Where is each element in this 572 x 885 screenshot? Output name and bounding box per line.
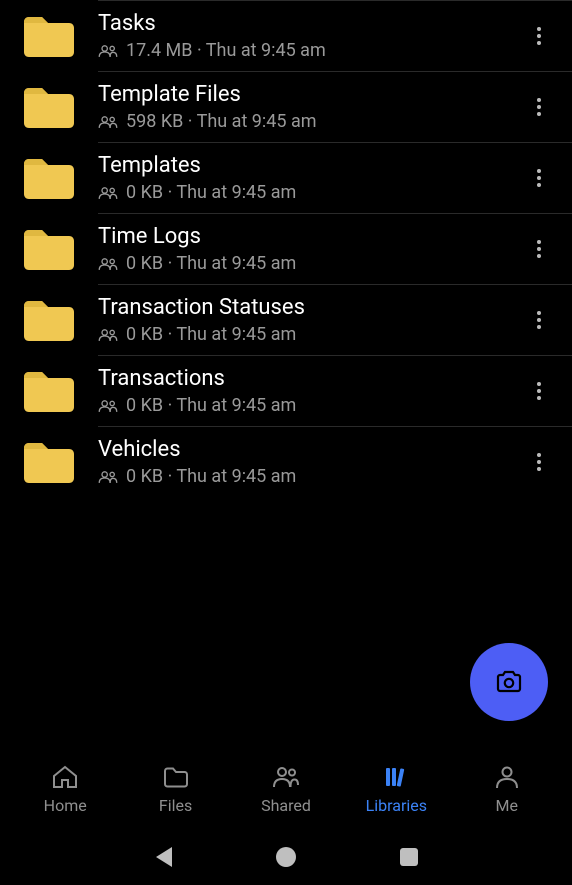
folder-icon [22,14,76,58]
home-icon [51,764,79,790]
person-icon [493,764,521,790]
tab-label: Me [496,796,518,815]
folder-name: Template Files [98,82,524,107]
folder-row[interactable]: Template Files 598 KB · Thu at 9:45 am [0,72,572,142]
folder-row[interactable]: Time Logs 0 KB · Thu at 9:45 am [0,214,572,284]
more-vertical-icon [537,169,541,187]
folder-icon [22,85,76,129]
shared-icon [98,256,118,272]
folder-icon [22,298,76,342]
more-options-button[interactable] [524,300,554,340]
bottom-tab-bar: Home Files Shared Libraries Me [0,749,572,829]
shared-icon [98,327,118,343]
triangle-back-icon [152,845,174,869]
folder-subline: 598 KB · Thu at 9:45 am [98,111,524,132]
folder-meta: Templates 0 KB · Thu at 9:45 am [98,153,524,203]
tab-shared[interactable]: Shared [236,764,336,815]
folder-meta: Transaction Statuses 0 KB · Thu at 9:45 … [98,295,524,345]
square-recents-icon [398,846,420,868]
tab-label: Home [44,796,87,815]
more-vertical-icon [537,98,541,116]
folder-icon [22,227,76,271]
system-home-button[interactable] [266,837,306,877]
folder-subline: 0 KB · Thu at 9:45 am [98,466,524,487]
system-back-button[interactable] [143,837,183,877]
folder-outline-icon [162,764,190,790]
folder-icon [22,369,76,413]
tab-label: Files [159,796,192,815]
tab-home[interactable]: Home [15,764,115,815]
shared-icon [98,114,118,130]
shared-icon [98,398,118,414]
folder-name: Templates [98,153,524,178]
more-vertical-icon [537,240,541,258]
folder-icon [22,440,76,484]
folder-meta: Vehicles 0 KB · Thu at 9:45 am [98,437,524,487]
more-vertical-icon [537,453,541,471]
more-options-button[interactable] [524,371,554,411]
folder-row[interactable]: Templates 0 KB · Thu at 9:45 am [0,143,572,213]
tab-me[interactable]: Me [457,764,557,815]
folder-row[interactable]: Vehicles 0 KB · Thu at 9:45 am [0,427,572,497]
folder-row[interactable]: Tasks 17.4 MB · Thu at 9:45 am [0,1,572,71]
folder-subline: 0 KB · Thu at 9:45 am [98,395,524,416]
folder-subline: 0 KB · Thu at 9:45 am [98,324,524,345]
folder-name: Time Logs [98,224,524,249]
folder-subline: 0 KB · Thu at 9:45 am [98,182,524,203]
people-icon [272,764,300,790]
more-vertical-icon [537,311,541,329]
more-options-button[interactable] [524,16,554,56]
folder-name: Tasks [98,11,524,36]
folder-meta: Template Files 598 KB · Thu at 9:45 am [98,82,524,132]
folder-icon [22,156,76,200]
more-options-button[interactable] [524,229,554,269]
folder-subline: 17.4 MB · Thu at 9:45 am [98,40,524,61]
folder-meta: Tasks 17.4 MB · Thu at 9:45 am [98,11,524,61]
shared-icon [98,185,118,201]
more-vertical-icon [537,27,541,45]
folder-list: Tasks 17.4 MB · Thu at 9:45 am [0,0,572,497]
tab-label: Libraries [366,796,427,815]
folder-name: Vehicles [98,437,524,462]
folder-name: Transactions [98,366,524,391]
camera-icon [495,670,523,694]
tab-files[interactable]: Files [126,764,226,815]
shared-icon [98,43,118,59]
circle-home-icon [274,845,298,869]
folder-row[interactable]: Transactions 0 KB · Thu at 9:45 am [0,356,572,426]
folder-meta: Time Logs 0 KB · Thu at 9:45 am [98,224,524,274]
libraries-icon [382,764,410,790]
system-recents-button[interactable] [389,837,429,877]
camera-fab-button[interactable] [470,643,548,721]
more-options-button[interactable] [524,87,554,127]
folder-subline: 0 KB · Thu at 9:45 am [98,253,524,274]
more-options-button[interactable] [524,158,554,198]
more-options-button[interactable] [524,442,554,482]
folder-row[interactable]: Transaction Statuses 0 KB · Thu at 9:45 … [0,285,572,355]
more-vertical-icon [537,382,541,400]
shared-icon [98,469,118,485]
tab-label: Shared [261,796,311,815]
system-navigation-bar [0,829,572,885]
folder-name: Transaction Statuses [98,295,524,320]
tab-libraries[interactable]: Libraries [346,764,446,815]
folder-meta: Transactions 0 KB · Thu at 9:45 am [98,366,524,416]
